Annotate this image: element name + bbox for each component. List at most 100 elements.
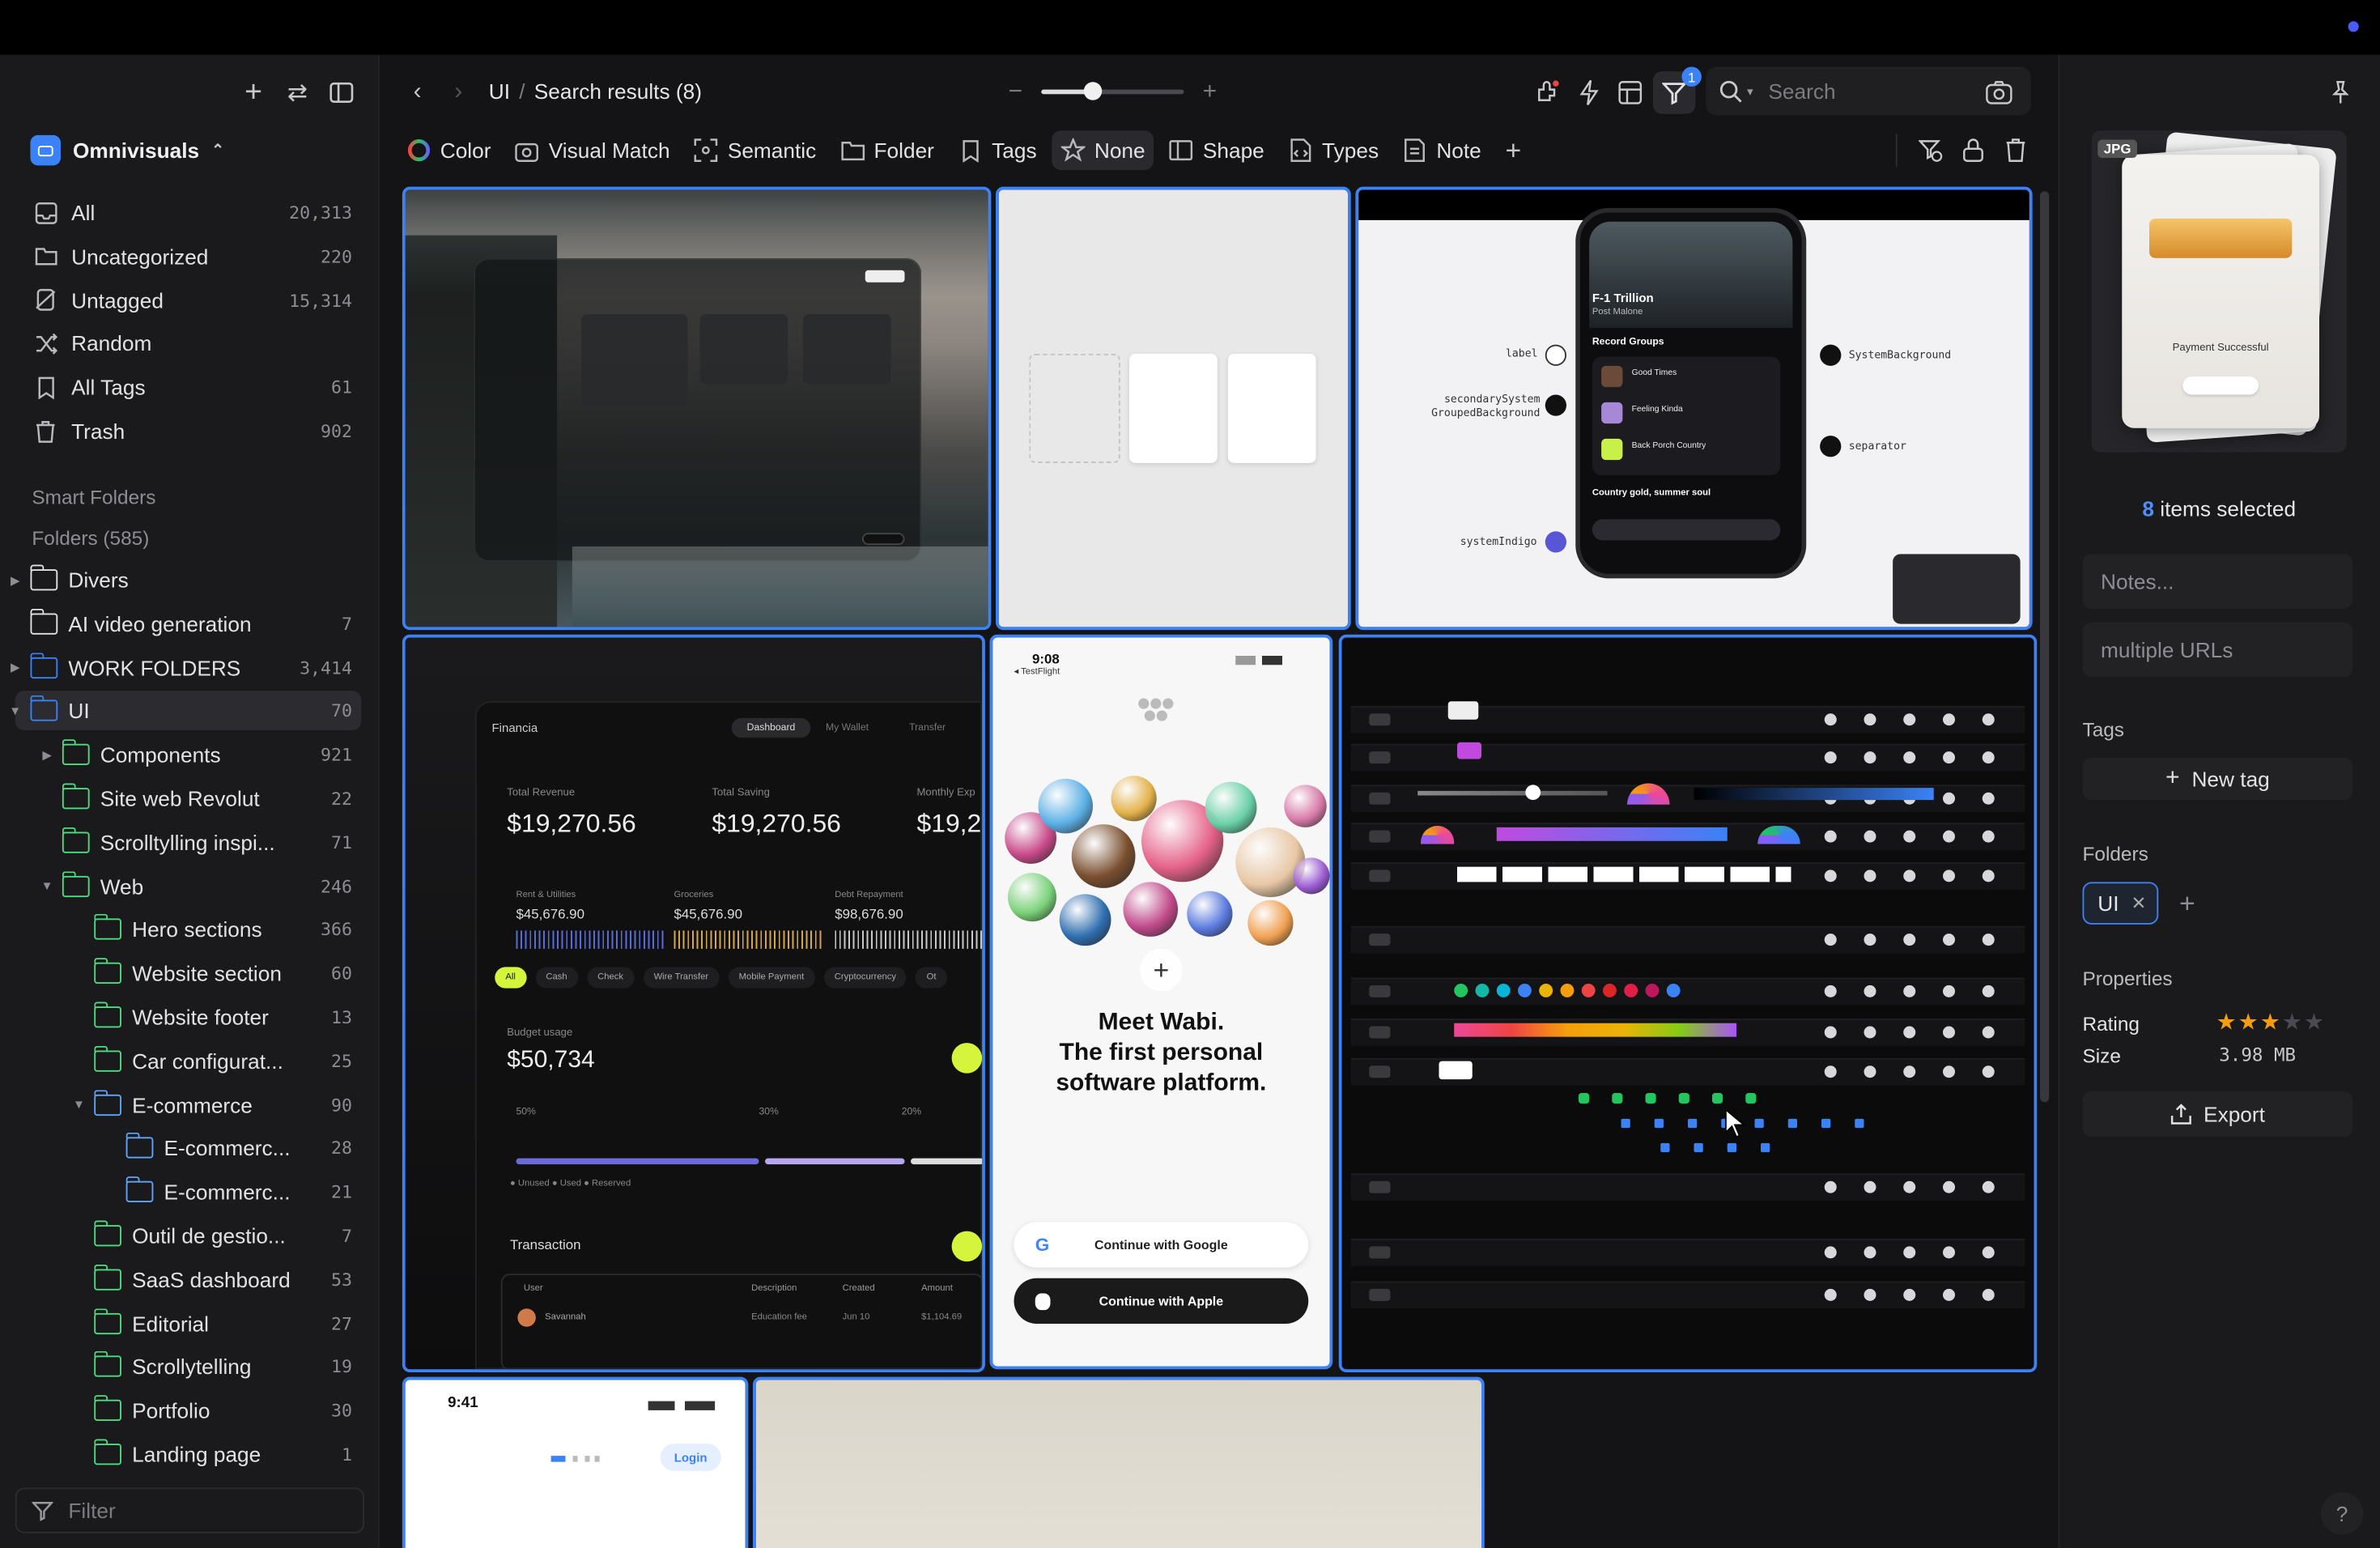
folder-item[interactable]: ▶ Components 921 <box>38 735 352 775</box>
result-thumbnail[interactable]: Financia Dashboard My Wallet Transfer To… <box>402 634 985 1372</box>
folder-label: Editorial <box>132 1311 209 1336</box>
result-thumbnail[interactable] <box>402 186 992 631</box>
preview-image[interactable]: Payment Successful JPG <box>2091 130 2347 453</box>
star-icon[interactable]: ★ <box>2282 1010 2304 1036</box>
folder-item[interactable]: ▶ Divers <box>6 560 353 600</box>
folder-item[interactable]: ▼ Web 246 <box>38 866 352 906</box>
remove-icon[interactable]: ✕ <box>2131 893 2147 914</box>
folder-item[interactable]: E-commerc... 28 <box>102 1129 352 1168</box>
folder-item[interactable]: Website section 60 <box>70 954 352 993</box>
folder-chip[interactable]: UI ✕ <box>2082 882 2159 925</box>
folder-item[interactable]: Website footer 13 <box>70 997 352 1037</box>
export-button[interactable]: Export <box>2082 1091 2353 1138</box>
camera-search-icon[interactable] <box>1983 76 2016 109</box>
zoom-out-icon[interactable]: − <box>1005 79 1026 107</box>
tool-row <box>1350 1281 2025 1309</box>
filter-chip-note[interactable]: Note <box>1394 130 1490 170</box>
result-thumbnail[interactable]: 9:41 Login <box>402 1376 749 1548</box>
result-thumbnail[interactable]: F-1 Trillion Post Malone Record Groups G… <box>1355 186 2033 631</box>
star-icon[interactable]: ★ <box>2238 1010 2260 1036</box>
help-icon[interactable]: ? <box>2320 1492 2364 1535</box>
sidebar-toggle-icon[interactable] <box>328 79 355 107</box>
caret-right-icon[interactable]: ▶ <box>6 661 25 674</box>
star-icon[interactable]: ★ <box>2216 1010 2238 1036</box>
folder-count: 70 <box>331 700 352 722</box>
filter-input[interactable]: Filter <box>15 1487 364 1533</box>
caret-right-icon[interactable]: ▶ <box>6 573 25 587</box>
filter-toggle-button[interactable]: 1 <box>1652 66 1702 114</box>
lock-icon[interactable] <box>1960 137 1987 164</box>
folder-item[interactable]: Scrollytelling 19 <box>70 1347 352 1387</box>
notes-field[interactable]: Notes... <box>2082 554 2353 609</box>
finance-chip: Check <box>587 967 635 989</box>
pin-icon[interactable] <box>2327 79 2354 107</box>
clear-filter-icon[interactable] <box>1917 137 1944 164</box>
result-thumbnail[interactable] <box>1338 634 2038 1372</box>
caret-down-icon[interactable]: ▼ <box>6 704 25 718</box>
filter-chip-types[interactable]: Types <box>1280 130 1388 170</box>
filter-chip-color[interactable]: Color <box>397 130 500 170</box>
breadcrumb-parent[interactable]: UI <box>489 79 510 104</box>
folder-item[interactable]: Outil de gestio... 7 <box>70 1216 352 1256</box>
nav-item-all[interactable]: All 20,313 <box>15 193 362 232</box>
caret-right-icon[interactable]: ▶ <box>38 748 57 762</box>
nav-item-random[interactable]: Random <box>15 324 362 364</box>
caret-down-icon[interactable]: ▼ <box>70 1098 88 1112</box>
folder-item[interactable]: Landing page 1 <box>70 1435 352 1474</box>
add-icon[interactable]: + <box>240 75 267 108</box>
layout-icon[interactable] <box>1613 76 1647 109</box>
note-icon <box>1403 138 1427 163</box>
folder-item[interactable]: Editorial 27 <box>70 1303 352 1343</box>
folders-heading[interactable]: Folders (585) <box>32 527 149 550</box>
folder-item[interactable]: AI video generation 7 <box>6 604 352 644</box>
nav-item-trash[interactable]: Trash 902 <box>15 411 362 451</box>
folder-item[interactable]: SaaS dashboard 53 <box>70 1260 352 1299</box>
finance-tab-dashboard: Dashboard <box>731 717 811 738</box>
folder-item[interactable]: Scrolltylling inspi... 71 <box>38 823 352 862</box>
plugin-icon[interactable] <box>1530 76 1563 109</box>
folder-item[interactable]: E-commerc... 21 <box>102 1172 352 1212</box>
rating-stars[interactable]: ★★★★★ <box>2216 1008 2326 1037</box>
folder-item[interactable]: Site web Revolut 22 <box>38 779 352 819</box>
folder-item[interactable]: ▶ WORK FOLDERS 3,414 <box>6 648 352 687</box>
add-filter-icon[interactable]: + <box>1501 134 1525 165</box>
result-thumbnail[interactable]: 9:08 ◂ TestFlight + Meet Wabi. The first… <box>989 634 1333 1370</box>
filter-chip-folder[interactable]: Folder <box>831 130 943 170</box>
trash-icon[interactable] <box>2002 137 2029 164</box>
forward-icon[interactable]: › <box>444 79 472 107</box>
zoom-slider[interactable] <box>1041 82 1184 100</box>
zoom-in-icon[interactable]: + <box>1199 79 1220 107</box>
star-icon[interactable]: ★ <box>2260 1010 2282 1036</box>
filter-chip-shape[interactable]: Shape <box>1160 130 1273 170</box>
properties-heading: Properties <box>2082 967 2173 990</box>
nav-item-untagged[interactable]: Untagged 15,314 <box>15 280 362 320</box>
smart-folders-heading[interactable]: Smart Folders <box>32 486 155 508</box>
result-thumbnail[interactable] <box>996 186 1351 631</box>
star-icon[interactable]: ★ <box>2304 1010 2326 1036</box>
folder-item[interactable]: Portfolio 30 <box>70 1391 352 1431</box>
lightning-icon[interactable] <box>1573 76 1606 109</box>
phone-song-1: Good Times <box>1631 368 1677 378</box>
zoom-knob[interactable] <box>1083 82 1102 100</box>
nav-item-all-tags[interactable]: All Tags 61 <box>15 368 362 407</box>
filter-chip-tags[interactable]: Tags <box>950 130 1046 170</box>
bubble-avatar <box>1205 781 1257 834</box>
urls-field[interactable]: multiple URLs <box>2082 622 2353 678</box>
folder-item[interactable]: ▼ E-commerce 90 <box>70 1085 352 1125</box>
result-thumbnail[interactable] <box>753 1376 1485 1548</box>
library-switcher[interactable]: Omnivisuals ⌃ <box>30 134 224 166</box>
filter-chip-semantic[interactable]: Semantic <box>685 130 825 170</box>
folder-item[interactable]: ▼ UI 70 <box>6 691 352 731</box>
folder-item[interactable]: Hero sections 366 <box>70 910 352 950</box>
add-folder-icon[interactable]: + <box>2174 887 2201 918</box>
caret-down-icon[interactable]: ▼ <box>38 879 57 893</box>
grid-scrollbar[interactable] <box>2040 191 2050 1103</box>
nav-item-uncategorized[interactable]: Uncategorized 220 <box>15 236 362 276</box>
new-tag-button[interactable]: + New tag <box>2082 757 2353 801</box>
filter-chip-none[interactable]: None <box>1052 130 1154 170</box>
filter-chip-visual-match[interactable]: Visual Match <box>506 130 679 170</box>
folder-item[interactable]: Car configurat... 25 <box>70 1041 352 1081</box>
file-type-badge: JPG <box>2097 139 2138 158</box>
swap-icon[interactable]: ⇄ <box>284 79 312 106</box>
back-icon[interactable]: ‹ <box>404 79 431 107</box>
